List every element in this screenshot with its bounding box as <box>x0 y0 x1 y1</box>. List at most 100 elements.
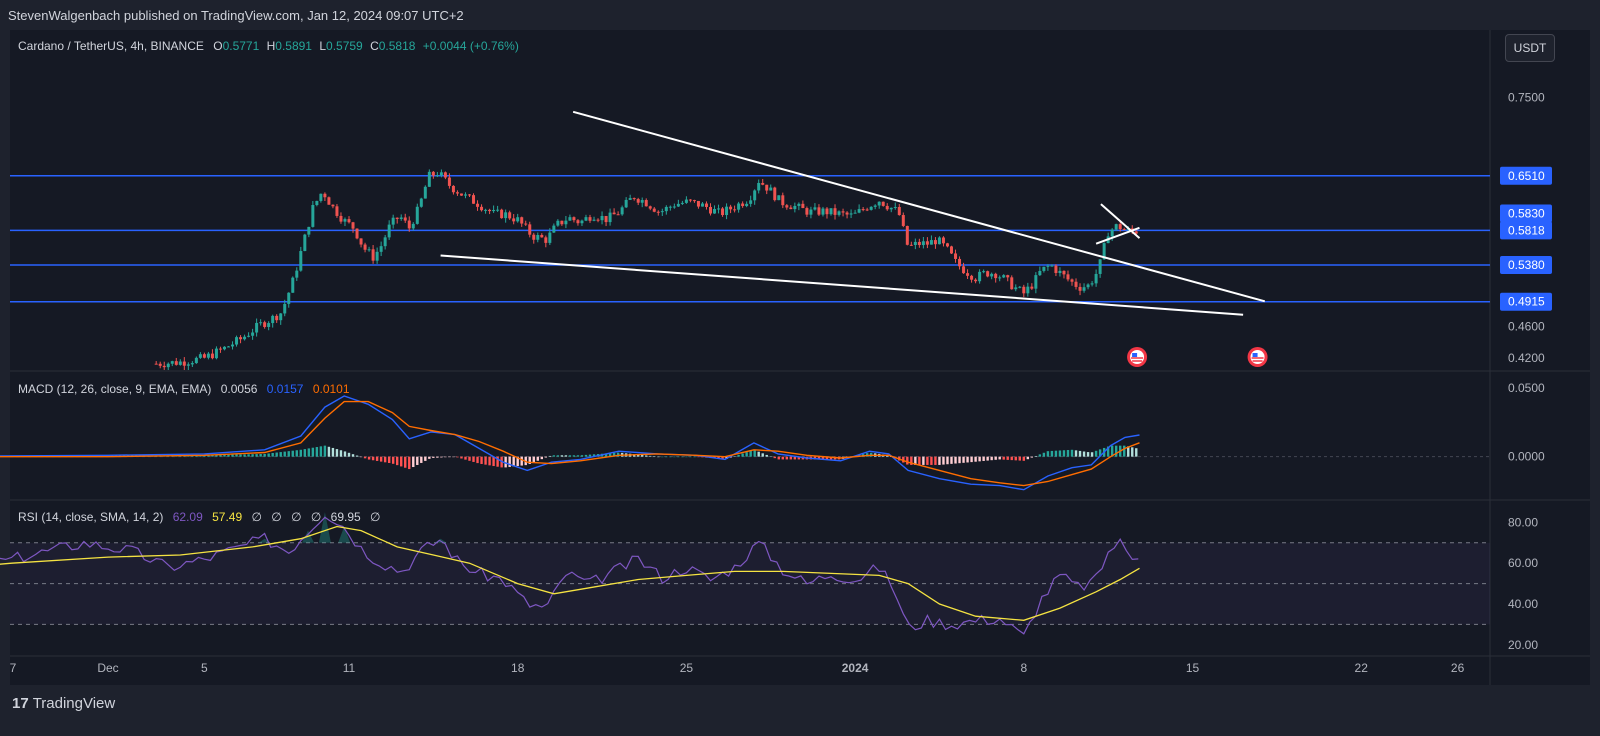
change-value: +0.0044 (+0.76%) <box>422 39 519 53</box>
candle-body <box>1094 273 1098 284</box>
macd-histogram-bar <box>311 447 315 457</box>
candle-body <box>508 212 512 219</box>
macd-histogram-bar <box>532 456 535 463</box>
macd-histogram-bar <box>540 456 543 460</box>
macd-histogram-bar <box>315 447 319 457</box>
macd-histogram-bar <box>564 455 568 457</box>
candle-body <box>1034 275 1038 289</box>
candle-body <box>656 211 660 213</box>
candle-body <box>958 258 962 267</box>
macd-histogram-bar <box>781 456 784 460</box>
candle-body <box>1018 286 1022 288</box>
candle-body <box>805 208 809 215</box>
macd-histogram-bar <box>347 452 351 457</box>
macd-histogram-bar <box>295 450 298 457</box>
time-axis-label: 11 <box>343 661 356 675</box>
candle-body <box>861 209 865 211</box>
rsi-axis-label: 80.00 <box>1508 515 1538 529</box>
level-label: 0.5818 <box>1500 221 1552 240</box>
rsi-legend: RSI (14, close, SMA, 14, 2) 62.09 57.49 … <box>18 510 381 524</box>
candle-body <box>1118 224 1122 230</box>
candle-body <box>998 277 1002 279</box>
macd-axis-label: 0.0500 <box>1508 381 1545 395</box>
macd-histogram-bar <box>653 456 656 457</box>
macd-label[interactable]: MACD (12, 26, close, 9, EMA, EMA) <box>18 382 211 396</box>
symbol-label[interactable]: Cardano / TetherUS, 4h, BINANCE <box>18 39 204 53</box>
macd-histogram-bar <box>1002 456 1005 460</box>
currency-button[interactable]: USDT <box>1505 34 1555 62</box>
candle-body <box>307 226 311 235</box>
candle-body <box>909 244 913 246</box>
candle-body <box>941 237 945 244</box>
candle-body <box>640 200 644 203</box>
macd-histogram-bar <box>231 454 234 457</box>
tradingview-logo-text: TradingView <box>32 695 116 712</box>
candle-body <box>737 203 741 210</box>
macd-histogram-bar <box>1038 454 1042 457</box>
candle-body <box>986 271 990 277</box>
candle-body <box>528 224 532 235</box>
candle-body <box>620 207 624 215</box>
candle-body <box>865 209 869 211</box>
candle-body <box>612 212 616 215</box>
macd-hist-value: 0.0056 <box>220 382 258 396</box>
chart-canvas[interactable]: 0.7500 0.4600 0.4200 0.6510 0.5818 0.5380 0.49… <box>0 0 1600 736</box>
rsi-label[interactable]: RSI (14, close, SMA, 14, 2) <box>18 510 163 524</box>
macd-histogram-bar <box>741 453 744 457</box>
candle-body <box>676 203 680 207</box>
candle-body <box>885 205 889 210</box>
macd-histogram-bar <box>548 455 552 457</box>
candle-body <box>1046 265 1050 267</box>
macd-histogram-bar <box>693 456 696 458</box>
macd-histogram-bar <box>685 456 688 458</box>
macd-histogram-bar <box>669 456 672 458</box>
candle-body <box>608 212 612 223</box>
candle-body <box>403 217 407 221</box>
level-label: 0.5380 <box>1500 255 1552 274</box>
macd-histogram-bar <box>761 453 764 457</box>
candle-body <box>572 217 576 221</box>
candle-body <box>1078 286 1082 291</box>
price-axis-label: 0.4600 <box>1508 320 1545 334</box>
candle-body <box>897 207 901 216</box>
macd-histogram-bar <box>773 456 776 459</box>
candle-body <box>218 348 222 350</box>
macd-histogram-bar <box>387 456 391 464</box>
candle-body <box>544 237 548 243</box>
candle-body <box>540 234 544 238</box>
candle-body <box>837 211 841 215</box>
candle-body <box>937 237 941 245</box>
macd-histogram-bar <box>343 451 347 457</box>
rsi-na-4: ∅ <box>310 510 322 524</box>
candle-body <box>552 225 556 233</box>
candle-body <box>994 273 998 279</box>
candle-body <box>1002 275 1006 278</box>
candle-body <box>359 238 363 245</box>
candle-body <box>873 205 877 207</box>
candle-body <box>263 322 267 327</box>
candle-body <box>753 190 757 201</box>
candle-body <box>512 218 516 222</box>
macd-histogram-bar <box>777 456 780 460</box>
candle-body <box>849 213 853 215</box>
candle-body <box>214 348 218 359</box>
candle-body <box>1074 281 1078 287</box>
candle-body <box>347 219 351 223</box>
macd-histogram-bar <box>990 456 993 461</box>
candle-body <box>1062 270 1066 275</box>
macd-histogram-bar <box>227 454 230 457</box>
candle-body <box>239 337 243 340</box>
macd-histogram-bar <box>291 450 294 457</box>
candle-body <box>704 203 708 207</box>
macd-histogram-bar <box>918 456 921 465</box>
candle-body <box>455 192 459 194</box>
candle-body <box>700 203 704 207</box>
macd-histogram-bar <box>363 456 367 459</box>
macd-histogram-bar <box>259 454 262 457</box>
candle-body <box>692 200 696 202</box>
candle-body <box>1022 286 1026 294</box>
macd-histogram-bar <box>1094 450 1098 457</box>
candle-body <box>954 253 958 259</box>
candle-body <box>383 237 387 247</box>
tradingview-logo[interactable]: 17 TradingView <box>12 695 115 712</box>
